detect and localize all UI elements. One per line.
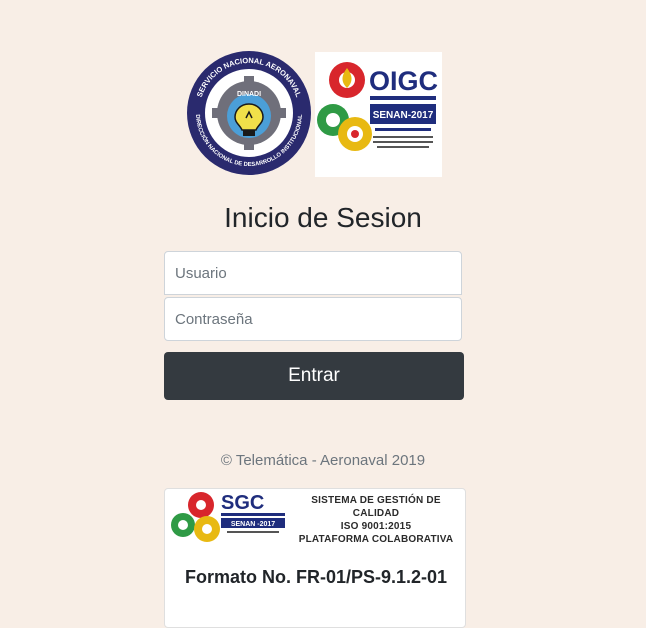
username-input[interactable] xyxy=(164,251,462,295)
dinadi-logo: SERVICIO NACIONAL AERONAVAL DIRECCIÓN NA… xyxy=(187,51,311,175)
sgc-line-1: SISTEMA DE GESTIÓN DE CALIDAD xyxy=(311,495,441,519)
page-title: Inicio de Sesion xyxy=(224,202,422,233)
svg-text:DINADI: DINADI xyxy=(237,91,261,98)
sgc-line-2: ISO 9001:2015 xyxy=(340,521,412,532)
svg-text:SENAN-2017: SENAN-2017 xyxy=(373,110,434,121)
password-input[interactable] xyxy=(164,297,462,341)
svg-text:SGC: SGC xyxy=(221,492,264,514)
login-button[interactable]: Entrar xyxy=(164,352,464,400)
format-card: SGC SENAN -2017 SISTEMA DE GESTIÓN DE CA… xyxy=(164,488,466,628)
format-code: Formato No. FR-01/PS-9.1.2-01 xyxy=(184,567,448,587)
svg-text:SENAN -2017: SENAN -2017 xyxy=(231,521,275,528)
logo-group: SERVICIO NACIONAL AERONAVAL DIRECCIÓN NA… xyxy=(186,50,446,178)
oigc-logo: OIGC SENAN-2017 xyxy=(315,52,442,177)
sgc-line-3: PLATAFORMA COLABORATIVA xyxy=(298,534,454,545)
svg-text:OIGC: OIGC xyxy=(369,66,438,96)
copyright-text: © Telemática - Aeronaval 2019 xyxy=(220,452,426,469)
sgc-title: SISTEMA DE GESTIÓN DE CALIDAD ISO 9001:2… xyxy=(287,494,465,546)
